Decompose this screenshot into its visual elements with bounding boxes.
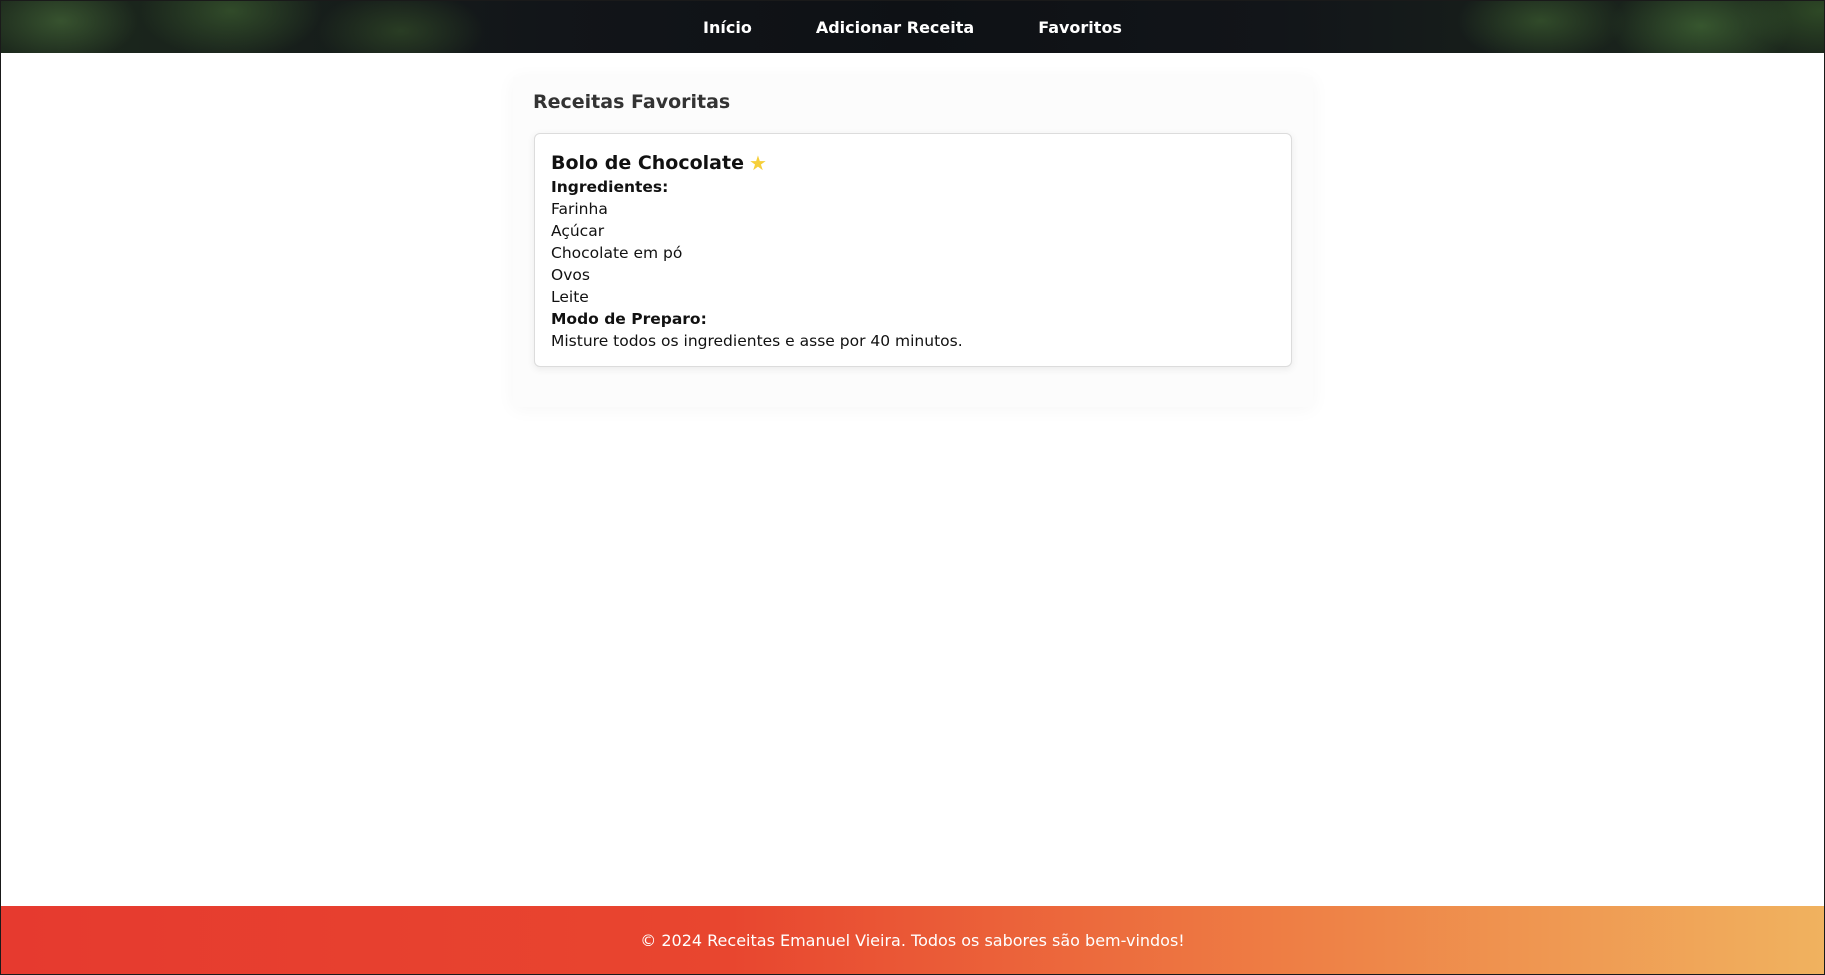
nav-link-favoritos[interactable]: Favoritos bbox=[1038, 18, 1122, 37]
ingredients-list: Farinha Açúcar Chocolate em pó Ovos Leit… bbox=[551, 198, 1275, 308]
footer-text: © 2024 Receitas Emanuel Vieira. Todos os… bbox=[640, 930, 1185, 950]
nav-link-inicio[interactable]: Início bbox=[703, 18, 752, 37]
main-nav: Início Adicionar Receita Favoritos bbox=[1, 1, 1824, 53]
method-text: Misture todos os ingredientes e asse por… bbox=[551, 332, 963, 350]
nav-link-adicionar-receita[interactable]: Adicionar Receita bbox=[816, 18, 974, 37]
ingredient-item: Chocolate em pó bbox=[551, 244, 683, 262]
ingredient-item: Ovos bbox=[551, 266, 590, 284]
footer: © 2024 Receitas Emanuel Vieira. Todos os… bbox=[1, 906, 1824, 974]
ingredient-item: Leite bbox=[551, 288, 589, 306]
recipe-title: Bolo de Chocolate bbox=[551, 152, 744, 174]
star-icon[interactable]: ★ bbox=[749, 150, 767, 176]
page-title: Receitas Favoritas bbox=[533, 91, 731, 113]
recipe-card: Bolo de Chocolate ★ Ingredientes: Farinh… bbox=[534, 133, 1292, 367]
recipe-title-row: Bolo de Chocolate ★ bbox=[551, 150, 1275, 176]
ingredient-item: Açúcar bbox=[551, 222, 605, 240]
method-label: Modo de Preparo: bbox=[551, 310, 707, 328]
favorites-section: Receitas Favoritas Bolo de Chocolate ★ I… bbox=[513, 77, 1313, 407]
ingredient-item: Farinha bbox=[551, 200, 608, 218]
ingredients-label: Ingredientes: bbox=[551, 178, 669, 196]
header-bar: Início Adicionar Receita Favoritos bbox=[1, 1, 1824, 53]
